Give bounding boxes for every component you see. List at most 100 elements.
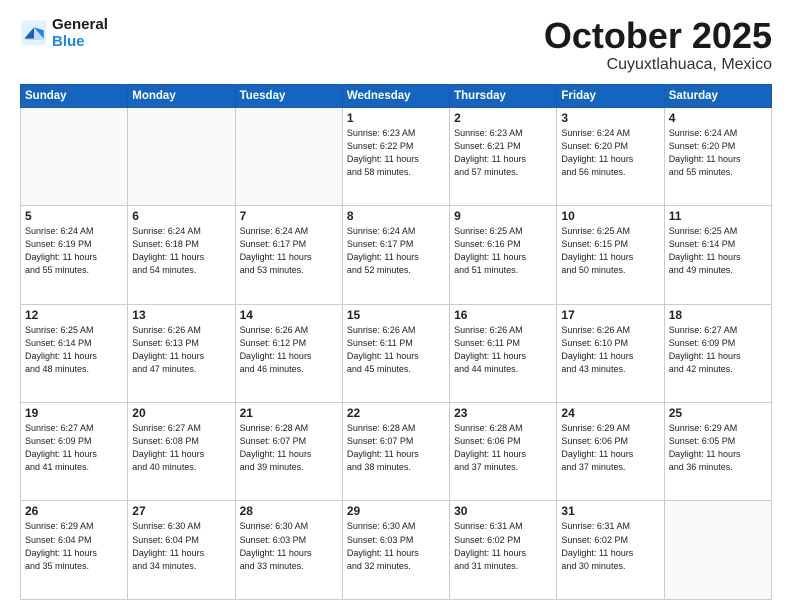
day-info: Sunrise: 6:25 AMSunset: 6:16 PMDaylight:… — [454, 225, 552, 277]
page-title: October 2025 — [544, 16, 772, 56]
day-number: 22 — [347, 406, 445, 420]
calendar-cell: 5Sunrise: 6:24 AMSunset: 6:19 PMDaylight… — [21, 206, 128, 304]
day-info: Sunrise: 6:29 AMSunset: 6:05 PMDaylight:… — [669, 422, 767, 474]
day-number: 3 — [561, 111, 659, 125]
day-number: 31 — [561, 504, 659, 518]
calendar-cell: 26 Sunrise: 6:29 AMSunset: 6:04 PMDayligh… — [21, 501, 128, 600]
day-number: 9 — [454, 209, 552, 223]
calendar-cell: 21 Sunrise: 6:28 AMSunset: 6:07 PMDayligh… — [235, 403, 342, 501]
day-info: Sunrise: 6:29 AMSunset: 6:06 PMDaylight:… — [561, 422, 659, 474]
day-info: Sunrise: 6:26 AMSunset: 6:11 PMDaylight:… — [347, 324, 445, 376]
day-info: Sunrise: 6:25 AMSunset: 6:14 PMDaylight:… — [669, 225, 767, 277]
calendar-cell: 20Sunrise: 6:27 AMSunset: 6:08 PMDayligh… — [128, 403, 235, 501]
calendar-header-thursday: Thursday — [450, 84, 557, 107]
day-info: Sunrise: 6:24 AMSunset: 6:19 PMDaylight:… — [25, 225, 123, 277]
day-number: 26 — [25, 504, 123, 518]
calendar-week-3: 12Sunrise: 6:25 AMSunset: 6:14 PMDayligh… — [21, 304, 772, 402]
day-info: Sunrise: 6:28 AMSunset: 6:07 PMDaylight:… — [240, 422, 338, 474]
day-info: Sunrise: 6:26 AMSunset: 6:12 PMDaylight:… — [240, 324, 338, 376]
calendar-cell: 15 Sunrise: 6:26 AMSunset: 6:11 PMDayligh… — [342, 304, 449, 402]
calendar-cell: 27 Sunrise: 6:30 AMSunset: 6:04 PMDayligh… — [128, 501, 235, 600]
logo-icon — [20, 19, 48, 47]
calendar-cell: 3Sunrise: 6:24 AMSunset: 6:20 PMDaylight… — [557, 107, 664, 205]
calendar-cell: 23Sunrise: 6:28 AMSunset: 6:06 PMDayligh… — [450, 403, 557, 501]
day-number: 18 — [669, 308, 767, 322]
calendar-cell: 4Sunrise: 6:24 AMSunset: 6:20 PMDaylight… — [664, 107, 771, 205]
day-info: Sunrise: 6:24 AMSunset: 6:17 PMDaylight:… — [240, 225, 338, 277]
calendar-cell: 7 Sunrise: 6:24 AMSunset: 6:17 PMDaylight… — [235, 206, 342, 304]
calendar-cell: 10Sunrise: 6:25 AMSunset: 6:15 PMDayligh… — [557, 206, 664, 304]
calendar-cell: 13Sunrise: 6:26 AMSunset: 6:13 PMDayligh… — [128, 304, 235, 402]
day-number: 7 — [240, 209, 338, 223]
calendar-cell: 19 Sunrise: 6:27 AMSunset: 6:09 PMDayligh… — [21, 403, 128, 501]
calendar-cell — [128, 107, 235, 205]
day-number: 23 — [454, 406, 552, 420]
calendar-header-tuesday: Tuesday — [235, 84, 342, 107]
calendar-cell — [21, 107, 128, 205]
calendar-cell: 11 Sunrise: 6:25 AMSunset: 6:14 PMDayligh… — [664, 206, 771, 304]
day-number: 1 — [347, 111, 445, 125]
day-info: Sunrise: 6:29 AMSunset: 6:04 PMDaylight:… — [25, 520, 123, 572]
day-number: 16 — [454, 308, 552, 322]
day-number: 6 — [132, 209, 230, 223]
day-number: 28 — [240, 504, 338, 518]
day-info: Sunrise: 6:24 AMSunset: 6:17 PMDaylight:… — [347, 225, 445, 277]
title-block: October 2025 Cuyuxtlahuaca, Mexico — [544, 16, 772, 74]
day-info: Sunrise: 6:25 AMSunset: 6:15 PMDaylight:… — [561, 225, 659, 277]
calendar-cell: 31 Sunrise: 6:31 AMSunset: 6:02 PMDayligh… — [557, 501, 664, 600]
calendar-header-monday: Monday — [128, 84, 235, 107]
calendar-cell: 9 Sunrise: 6:25 AMSunset: 6:16 PMDaylight… — [450, 206, 557, 304]
day-number: 19 — [25, 406, 123, 420]
day-info: Sunrise: 6:31 AMSunset: 6:02 PMDaylight:… — [454, 520, 552, 572]
day-info: Sunrise: 6:23 AMSunset: 6:22 PMDaylight:… — [347, 127, 445, 179]
day-info: Sunrise: 6:31 AMSunset: 6:02 PMDaylight:… — [561, 520, 659, 572]
day-number: 12 — [25, 308, 123, 322]
day-number: 21 — [240, 406, 338, 420]
day-info: Sunrise: 6:30 AMSunset: 6:03 PMDaylight:… — [347, 520, 445, 572]
header: General Blue October 2025 Cuyuxtlahuaca,… — [20, 16, 772, 74]
calendar-cell: 22 Sunrise: 6:28 AMSunset: 6:07 PMDayligh… — [342, 403, 449, 501]
page-subtitle: Cuyuxtlahuaca, Mexico — [544, 56, 772, 74]
calendar-week-2: 5Sunrise: 6:24 AMSunset: 6:19 PMDaylight… — [21, 206, 772, 304]
logo: General Blue — [20, 16, 108, 50]
calendar-cell: 16 Sunrise: 6:26 AMSunset: 6:11 PMDayligh… — [450, 304, 557, 402]
calendar-week-4: 19 Sunrise: 6:27 AMSunset: 6:09 PMDayligh… — [21, 403, 772, 501]
day-number: 15 — [347, 308, 445, 322]
calendar-header-sunday: Sunday — [21, 84, 128, 107]
day-number: 20 — [132, 406, 230, 420]
calendar-header-friday: Friday — [557, 84, 664, 107]
calendar-cell: 2Sunrise: 6:23 AMSunset: 6:21 PMDaylight… — [450, 107, 557, 205]
calendar-week-5: 26 Sunrise: 6:29 AMSunset: 6:04 PMDayligh… — [21, 501, 772, 600]
calendar-cell: 12Sunrise: 6:25 AMSunset: 6:14 PMDayligh… — [21, 304, 128, 402]
day-info: Sunrise: 6:24 AMSunset: 6:20 PMDaylight:… — [669, 127, 767, 179]
day-info: Sunrise: 6:27 AMSunset: 6:09 PMDaylight:… — [25, 422, 123, 474]
calendar-header-row: SundayMondayTuesdayWednesdayThursdayFrid… — [21, 84, 772, 107]
day-number: 30 — [454, 504, 552, 518]
calendar-cell: 8 Sunrise: 6:24 AMSunset: 6:17 PMDaylight… — [342, 206, 449, 304]
calendar-header-saturday: Saturday — [664, 84, 771, 107]
day-info: Sunrise: 6:30 AMSunset: 6:04 PMDaylight:… — [132, 520, 230, 572]
day-number: 24 — [561, 406, 659, 420]
calendar-week-1: 1 Sunrise: 6:23 AMSunset: 6:22 PMDaylight… — [21, 107, 772, 205]
day-number: 13 — [132, 308, 230, 322]
day-number: 8 — [347, 209, 445, 223]
logo-text: General Blue — [52, 16, 108, 50]
calendar-cell — [235, 107, 342, 205]
day-info: Sunrise: 6:27 AMSunset: 6:09 PMDaylight:… — [669, 324, 767, 376]
calendar-table: SundayMondayTuesdayWednesdayThursdayFrid… — [20, 84, 772, 600]
calendar-cell: 28 Sunrise: 6:30 AMSunset: 6:03 PMDayligh… — [235, 501, 342, 600]
day-info: Sunrise: 6:28 AMSunset: 6:07 PMDaylight:… — [347, 422, 445, 474]
calendar-header-wednesday: Wednesday — [342, 84, 449, 107]
day-info: Sunrise: 6:30 AMSunset: 6:03 PMDaylight:… — [240, 520, 338, 572]
day-number: 17 — [561, 308, 659, 322]
calendar-cell: 17Sunrise: 6:26 AMSunset: 6:10 PMDayligh… — [557, 304, 664, 402]
calendar-cell: 30 Sunrise: 6:31 AMSunset: 6:02 PMDayligh… — [450, 501, 557, 600]
page: General Blue October 2025 Cuyuxtlahuaca,… — [0, 0, 792, 612]
day-number: 27 — [132, 504, 230, 518]
calendar-cell: 18 Sunrise: 6:27 AMSunset: 6:09 PMDayligh… — [664, 304, 771, 402]
calendar-cell: 1 Sunrise: 6:23 AMSunset: 6:22 PMDaylight… — [342, 107, 449, 205]
day-info: Sunrise: 6:26 AMSunset: 6:11 PMDaylight:… — [454, 324, 552, 376]
day-number: 11 — [669, 209, 767, 223]
calendar-cell — [664, 501, 771, 600]
calendar-cell: 24 Sunrise: 6:29 AMSunset: 6:06 PMDayligh… — [557, 403, 664, 501]
